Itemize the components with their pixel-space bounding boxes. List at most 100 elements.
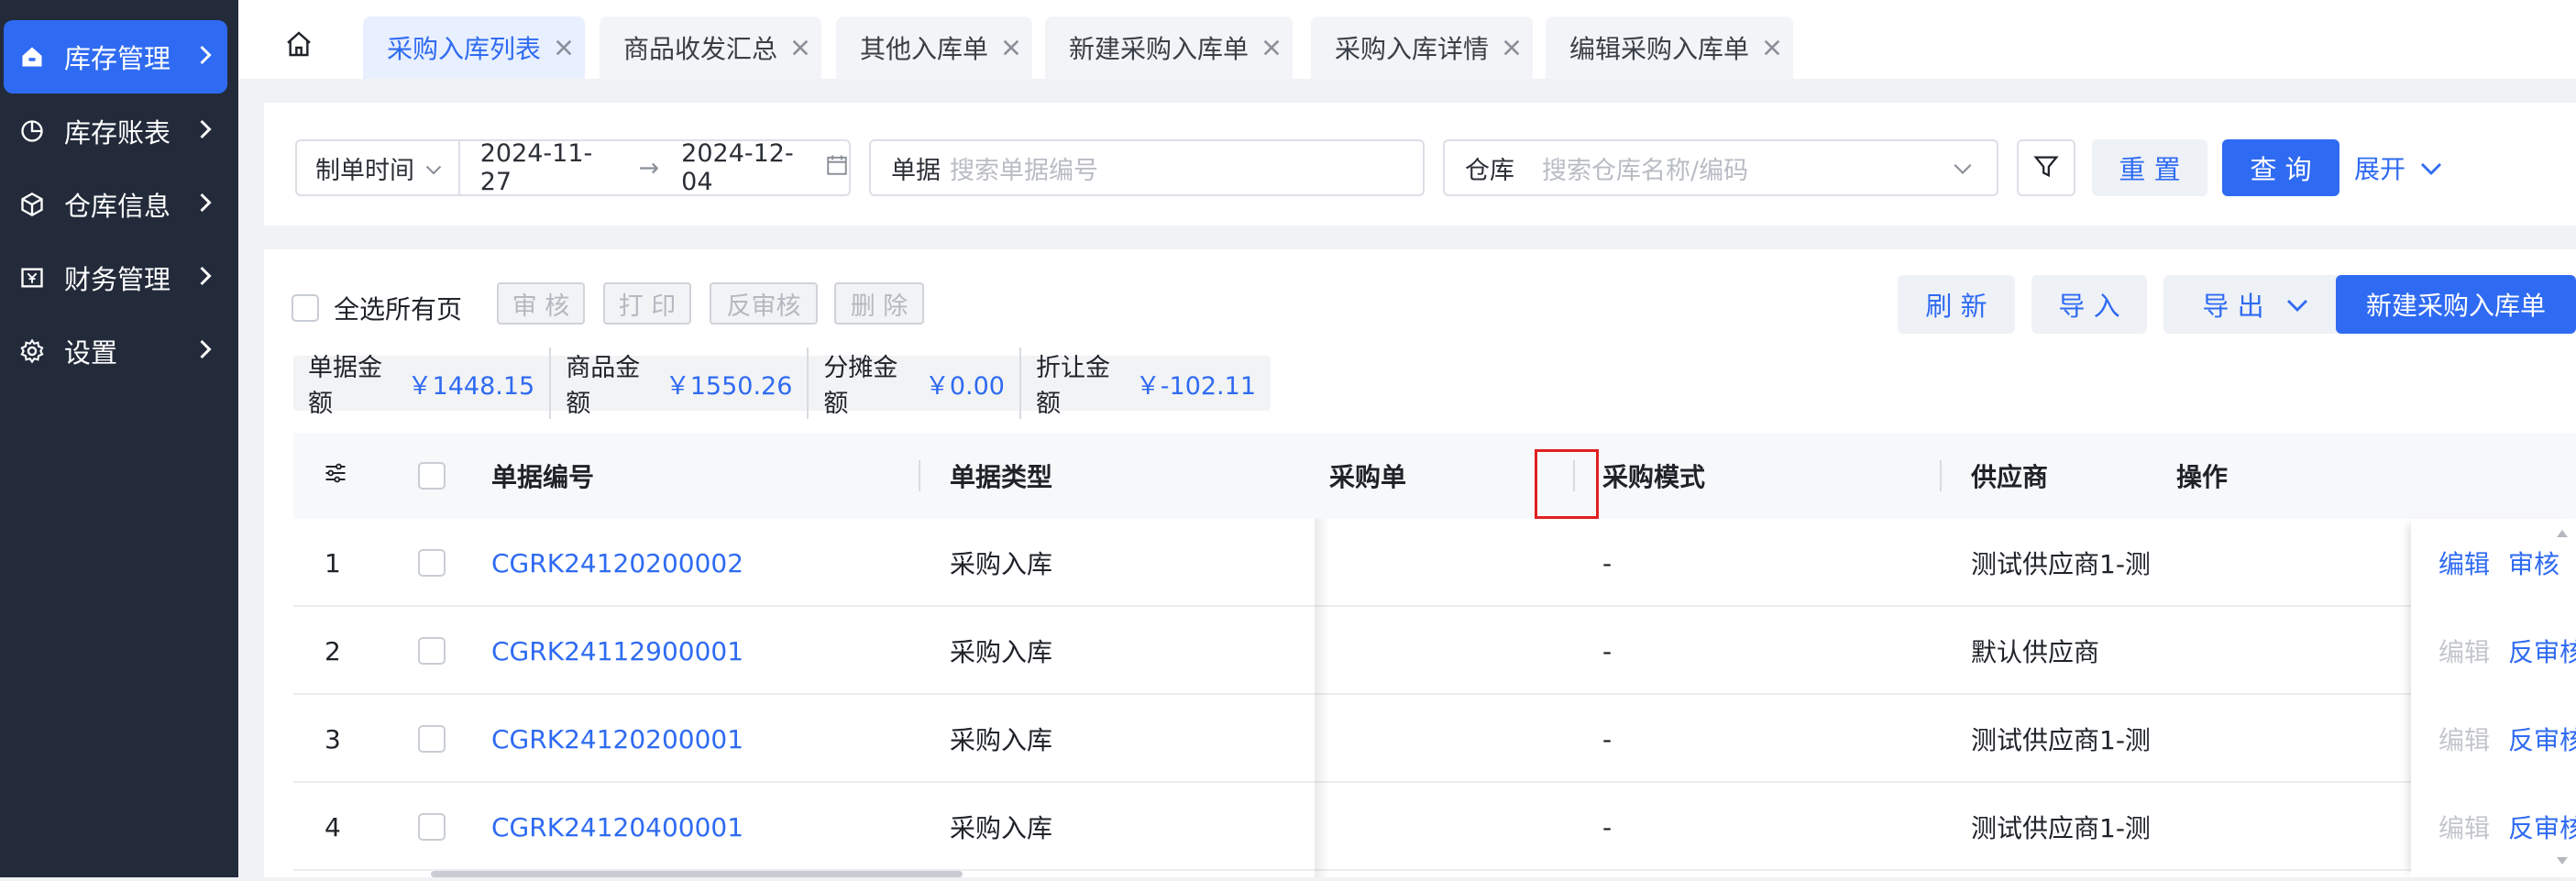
horizontal-scrollbar[interactable]: [431, 871, 963, 877]
sidebar-item-finance-management[interactable]: 财务管理: [4, 241, 227, 314]
tab-new-purchase-inbound[interactable]: 新建采购入库单: [1045, 17, 1294, 79]
close-icon[interactable]: [1502, 38, 1522, 58]
sidebar-item-label: 仓库信息: [64, 191, 171, 222]
close-icon[interactable]: [1762, 38, 1782, 58]
row-checkbox[interactable]: [418, 549, 446, 577]
column-header-actions: 操作: [2176, 462, 2229, 492]
doc-no-link[interactable]: CGRK24120200001: [491, 695, 743, 783]
query-button[interactable]: 查 询: [2222, 139, 2339, 196]
home-icon: [284, 29, 314, 62]
chevron-right-icon: [196, 336, 215, 367]
sidebar-item-label: 库存管理: [64, 43, 171, 74]
filter-icon: [2032, 152, 2060, 183]
new-purchase-inbound-button[interactable]: 新建采购入库单: [2336, 275, 2576, 334]
doc-type-cell: 采购入库: [950, 637, 1053, 667]
doc-search-input[interactable]: 搜索单据编号: [950, 150, 1098, 186]
sidebar: 库存管理 库存账表 仓库信息 财务管理 设置: [0, 0, 238, 877]
print-button[interactable]: 打 印: [603, 282, 691, 325]
edit-action[interactable]: 编辑: [2438, 721, 2490, 757]
edit-action[interactable]: 编辑: [2438, 545, 2490, 581]
doc-search-field[interactable]: 单据 搜索单据编号: [869, 139, 1425, 196]
audit-button[interactable]: 审 核: [497, 282, 585, 325]
summary-discount-amount: 折让金额 ￥-102.11: [1021, 347, 1271, 419]
warehouse-search-input[interactable]: 搜索仓库名称/编码: [1542, 150, 1748, 186]
close-icon[interactable]: [554, 38, 574, 58]
cube-icon: [18, 191, 46, 218]
column-header-doc-no[interactable]: 单据编号: [491, 433, 594, 519]
delete-button[interactable]: 删 除: [834, 282, 924, 325]
column-resizer[interactable]: [919, 460, 920, 491]
tab-label: 采购入库详情: [1335, 34, 1490, 64]
supplier-cell: 测试供应商1-测: [1971, 549, 2151, 579]
chevron-right-icon: [196, 262, 215, 293]
vertical-scrollbar[interactable]: [2548, 524, 2576, 877]
purchase-mode-cell: -: [1602, 811, 1613, 842]
chevron-right-icon: [196, 41, 215, 72]
tab-label: 编辑采购入库单: [1569, 34, 1750, 64]
column-resizer[interactable]: [1940, 460, 1942, 491]
table-row[interactable]: 3 CGRK24120200001 采购入库 - 测试供应商1-测: [293, 695, 2576, 783]
chevron-right-icon: [196, 189, 215, 220]
sidebar-item-settings[interactable]: 设置: [4, 314, 227, 388]
doc-no-link[interactable]: CGRK24112900001: [491, 607, 743, 695]
calendar-icon[interactable]: [825, 153, 849, 183]
summary-label: 单据金额: [308, 354, 382, 418]
date-type-select[interactable]: 制单时间: [297, 141, 460, 194]
table-row[interactable]: 4 CGRK24120400001 采购入库 - 测试供应商1-测: [293, 783, 2576, 871]
expand-toggle[interactable]: 展开: [2354, 139, 2442, 196]
select-all-pages[interactable]: 全选所有页: [292, 290, 462, 326]
sidebar-item-warehouse-info[interactable]: 仓库信息: [4, 168, 227, 241]
tab-bar: 采购入库列表 商品收发汇总 其他入库单 新建采购入库单 采购入库详情 编辑采购入…: [238, 0, 2576, 79]
tab-label: 新建采购入库单: [1069, 34, 1249, 64]
column-header-doc-type[interactable]: 单据类型: [950, 433, 1052, 519]
column-settings-button[interactable]: [323, 433, 348, 519]
date-end-input[interactable]: 2024-12-04: [681, 139, 820, 196]
home-tab[interactable]: [271, 18, 326, 73]
tab-edit-purchase-inbound[interactable]: 编辑采购入库单: [1546, 17, 1794, 79]
row-checkbox[interactable]: [418, 813, 446, 841]
sidebar-item-inventory-management[interactable]: 库存管理: [4, 20, 227, 94]
export-label: 导 出: [2202, 291, 2264, 322]
reset-button[interactable]: 重 置: [2092, 139, 2207, 196]
close-icon[interactable]: [1001, 38, 1021, 58]
close-icon[interactable]: [790, 38, 810, 58]
home-icon: [18, 43, 46, 71]
edit-action[interactable]: 编辑: [2438, 633, 2490, 669]
expand-label: 展开: [2354, 154, 2406, 184]
row-checkbox[interactable]: [418, 725, 446, 753]
purchase-mode-cell: -: [1602, 635, 1613, 666]
edit-action[interactable]: 编辑: [2438, 809, 2490, 845]
close-icon[interactable]: [1261, 38, 1282, 58]
export-dropdown[interactable]: 导 出: [2163, 275, 2347, 334]
gear-icon: [18, 337, 46, 365]
warehouse-select[interactable]: 仓库 搜索仓库名称/编码: [1443, 139, 1998, 196]
column-header-supplier[interactable]: 供应商: [1971, 433, 2048, 519]
date-range-filter: 制单时间 2024-11-27 → 2024-12-04: [295, 139, 851, 196]
table-row[interactable]: 2 CGRK24112900001 采购入库 - 默认供应商: [293, 607, 2576, 695]
unaudit-button[interactable]: 反审核: [710, 282, 818, 325]
purchase-inbound-table: 单据编号 单据类型 采购单 采购模式 供应商 操作 1 CGRK24120200…: [293, 433, 2576, 877]
doc-no-link[interactable]: CGRK24120200002: [491, 519, 743, 607]
import-button[interactable]: 导 入: [2031, 275, 2147, 334]
summary-value: ￥-102.11: [1135, 371, 1256, 401]
date-start-input[interactable]: 2024-11-27: [480, 139, 619, 196]
header-checkbox-cell[interactable]: [418, 433, 446, 519]
select-all-checkbox[interactable]: [292, 294, 319, 322]
column-header-purchase-mode[interactable]: 采购模式: [1602, 433, 1705, 519]
select-page-checkbox[interactable]: [418, 462, 446, 490]
purchase-mode-cell: -: [1602, 723, 1613, 754]
table-row[interactable]: 1 CGRK24120200002 采购入库 - 测试供应商1-测: [293, 519, 2576, 607]
column-header-purchase-order[interactable]: 采购单: [1289, 433, 1406, 519]
advanced-filter-button[interactable]: [2017, 139, 2075, 196]
sidebar-item-inventory-ledger[interactable]: 库存账表: [4, 94, 227, 168]
tab-goods-summary[interactable]: 商品收发汇总: [600, 17, 822, 79]
highlight-box: [1535, 449, 1599, 519]
refresh-button[interactable]: 刷 新: [1898, 275, 2015, 334]
supplier-cell: 默认供应商: [1971, 637, 2100, 667]
doc-no-link[interactable]: CGRK24120400001: [491, 783, 743, 871]
chevron-down-icon: [2420, 153, 2442, 183]
tab-purchase-inbound-detail[interactable]: 采购入库详情: [1311, 17, 1534, 79]
tab-other-inbound[interactable]: 其他入库单: [836, 17, 1033, 79]
row-checkbox[interactable]: [418, 637, 446, 665]
tab-purchase-inbound-list[interactable]: 采购入库列表: [363, 17, 586, 79]
